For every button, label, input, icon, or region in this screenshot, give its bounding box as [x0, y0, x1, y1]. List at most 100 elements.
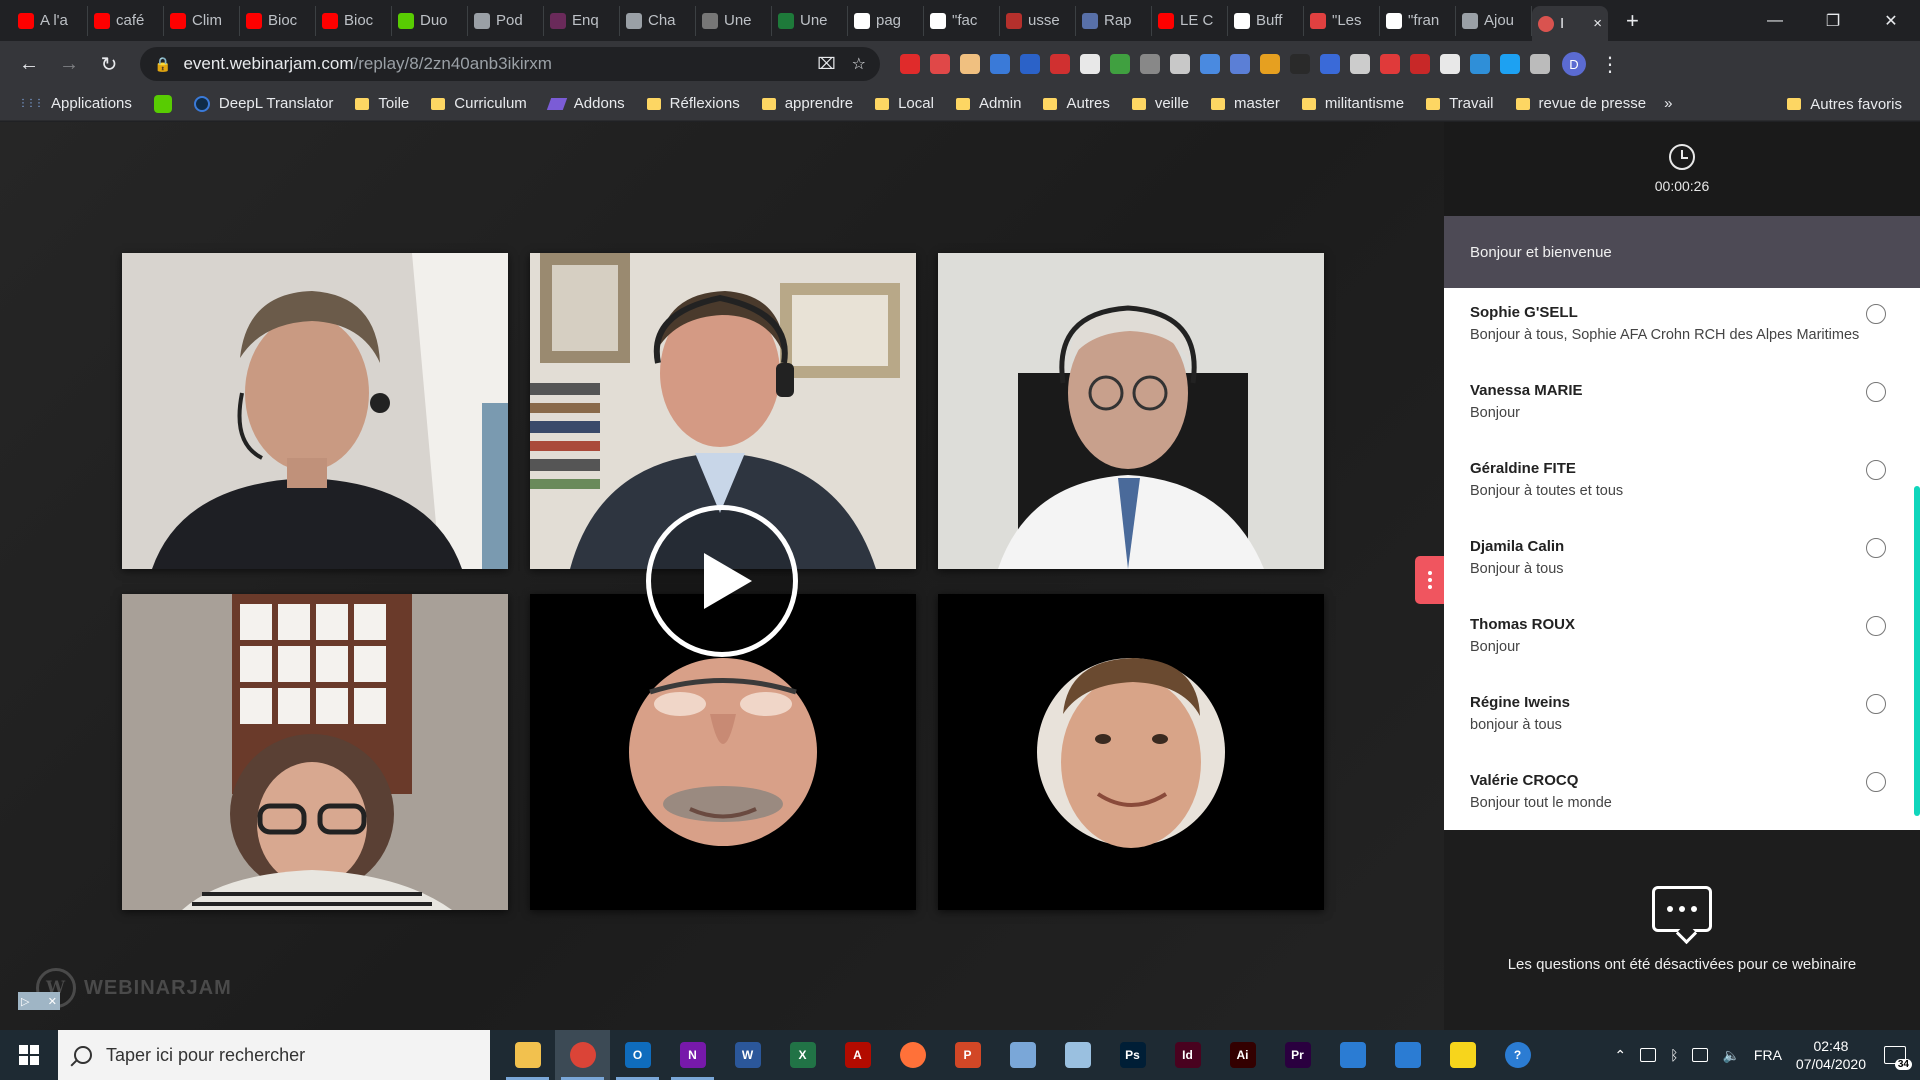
taskbar-excel[interactable]: X	[775, 1030, 830, 1080]
extension-icon[interactable]	[1020, 54, 1040, 74]
extension-icon[interactable]	[960, 54, 980, 74]
bookmark-addons[interactable]: Addons	[546, 95, 625, 112]
profile-avatar[interactable]: D	[1562, 52, 1586, 76]
taskbar-powerpoint[interactable]: P	[940, 1030, 995, 1080]
bookmark-deepl-translator[interactable]: DeepL Translator	[193, 95, 333, 112]
browser-tab[interactable]: Bioc	[240, 5, 316, 36]
extension-icon[interactable]	[1410, 54, 1430, 74]
play-button[interactable]	[646, 505, 798, 657]
message-select-radio[interactable]	[1866, 694, 1886, 714]
message-select-radio[interactable]	[1866, 304, 1886, 324]
taskbar-acrobat[interactable]: A	[830, 1030, 885, 1080]
message-select-radio[interactable]	[1866, 772, 1886, 792]
extension-icon[interactable]	[930, 54, 950, 74]
start-button[interactable]	[0, 1030, 58, 1080]
extension-icon[interactable]	[1350, 54, 1370, 74]
extension-icon[interactable]	[1470, 54, 1490, 74]
chevron-up-icon[interactable]: ⌃	[1614, 1047, 1626, 1064]
message-select-radio[interactable]	[1866, 382, 1886, 402]
bluetooth-icon[interactable]: ᛒ	[1670, 1047, 1678, 1063]
taskbar-clock[interactable]: 02:48 07/04/2020	[1796, 1037, 1866, 1073]
browser-tab[interactable]: café	[88, 5, 164, 36]
browser-tab[interactable]: Duo	[392, 5, 468, 36]
browser-tab[interactable]: Buff	[1228, 5, 1304, 36]
bookmark-apprendre[interactable]: apprendre	[761, 95, 853, 112]
extension-icon[interactable]	[1320, 54, 1340, 74]
message-select-radio[interactable]	[1866, 616, 1886, 636]
taskbar-firefox[interactable]	[885, 1030, 940, 1080]
browser-tab[interactable]: "fac	[924, 5, 1000, 36]
bookmark-revue-de-presse[interactable]: revue de presse	[1515, 95, 1646, 112]
bookmark-admin[interactable]: Admin	[955, 95, 1021, 112]
extension-icon[interactable]	[1440, 54, 1460, 74]
close-window-button[interactable]: ✕	[1862, 0, 1920, 41]
message-select-radio[interactable]	[1866, 460, 1886, 480]
reload-button[interactable]: ↻	[92, 47, 126, 81]
bookmark-master[interactable]: master	[1211, 95, 1280, 112]
browser-tab[interactable]: LE C	[1152, 5, 1228, 36]
bookmark-curriculum[interactable]: Curriculum	[431, 95, 527, 112]
browser-menu-icon[interactable]: ⋮	[1600, 52, 1620, 77]
taskbar-people[interactable]	[1325, 1030, 1380, 1080]
bookmark-local[interactable]: Local	[875, 95, 934, 112]
taskbar-search[interactable]: Taper ici pour rechercher	[58, 1030, 490, 1080]
adchoices-icon[interactable]: ▷ ✕	[18, 992, 60, 1010]
bookmarks-overflow-button[interactable]: »	[1664, 95, 1672, 112]
browser-tab-active[interactable]: I ×	[1532, 5, 1608, 42]
extension-icon[interactable]	[1080, 54, 1100, 74]
bookmark-other-favorites[interactable]: Autres favoris	[1787, 87, 1902, 121]
taskbar-indesign[interactable]: Id	[1160, 1030, 1215, 1080]
bookmark-applications[interactable]: ⋮⋮⋮ Applications	[18, 95, 132, 112]
chat-scrollbar[interactable]	[1914, 486, 1920, 816]
extension-icon[interactable]	[1380, 54, 1400, 74]
bookmark-militantisme[interactable]: militantisme	[1301, 95, 1404, 112]
volume-icon[interactable]: 🔈	[1722, 1047, 1739, 1064]
extension-icon[interactable]	[1050, 54, 1070, 74]
extension-icon[interactable]	[1170, 54, 1190, 74]
browser-tab[interactable]: Une	[696, 5, 772, 36]
browser-tab[interactable]: pag	[848, 5, 924, 36]
message-select-radio[interactable]	[1866, 538, 1886, 558]
taskbar-onenote[interactable]: N	[665, 1030, 720, 1080]
browser-tab[interactable]: "Les	[1304, 5, 1380, 36]
extension-icon[interactable]	[1530, 54, 1550, 74]
extension-icon[interactable]	[990, 54, 1010, 74]
bookmark-veille[interactable]: veille	[1131, 95, 1189, 112]
back-button[interactable]: ←	[12, 47, 46, 81]
extension-icon[interactable]	[1110, 54, 1130, 74]
taskbar-sticky-notes[interactable]	[1435, 1030, 1490, 1080]
close-tab-icon[interactable]: ×	[1593, 15, 1602, 32]
taskbar-store[interactable]	[1380, 1030, 1435, 1080]
browser-tab[interactable]: Clim	[164, 5, 240, 36]
panel-toggle-button[interactable]	[1415, 556, 1445, 604]
taskbar-premiere[interactable]: Pr	[1270, 1030, 1325, 1080]
taskbar-chrome[interactable]	[555, 1030, 610, 1080]
browser-tab[interactable]: usse	[1000, 5, 1076, 36]
minimize-button[interactable]: —	[1746, 0, 1804, 41]
browser-tab[interactable]: Rap	[1076, 5, 1152, 36]
browser-tab[interactable]: Bioc	[316, 5, 392, 36]
taskbar-file-explorer[interactable]	[500, 1030, 555, 1080]
browser-tab[interactable]: Ajou	[1456, 5, 1532, 36]
address-bar[interactable]: 🔒 event.webinarjam.com/replay/8/2zn40anb…	[140, 47, 880, 81]
browser-tab[interactable]: Pod	[468, 5, 544, 36]
bookmark-r-flexions[interactable]: Réflexions	[646, 95, 740, 112]
bookmark-travail[interactable]: Travail	[1426, 95, 1494, 112]
taskbar-control-panel[interactable]	[995, 1030, 1050, 1080]
extension-icon[interactable]	[1230, 54, 1250, 74]
participant-4-video[interactable]	[122, 594, 508, 910]
taskbar-help[interactable]: ?	[1490, 1030, 1545, 1080]
browser-tab[interactable]: A l'a	[12, 5, 88, 36]
maximize-button[interactable]: ❐	[1804, 0, 1862, 41]
browser-tab[interactable]: Une	[772, 5, 848, 36]
bookmark-star-icon[interactable]: ☆	[852, 54, 866, 74]
language-indicator[interactable]: FRA	[1754, 1047, 1782, 1063]
notifications-button[interactable]: 34	[1880, 1040, 1912, 1070]
browser-tab[interactable]: Enq	[544, 5, 620, 36]
extension-icon[interactable]	[1500, 54, 1520, 74]
taskbar-paint[interactable]	[1050, 1030, 1105, 1080]
new-tab-button[interactable]: +	[1626, 8, 1639, 34]
bookmark-autres[interactable]: Autres	[1043, 95, 1110, 112]
network-icon[interactable]	[1692, 1048, 1709, 1062]
taskbar-word[interactable]: W	[720, 1030, 775, 1080]
